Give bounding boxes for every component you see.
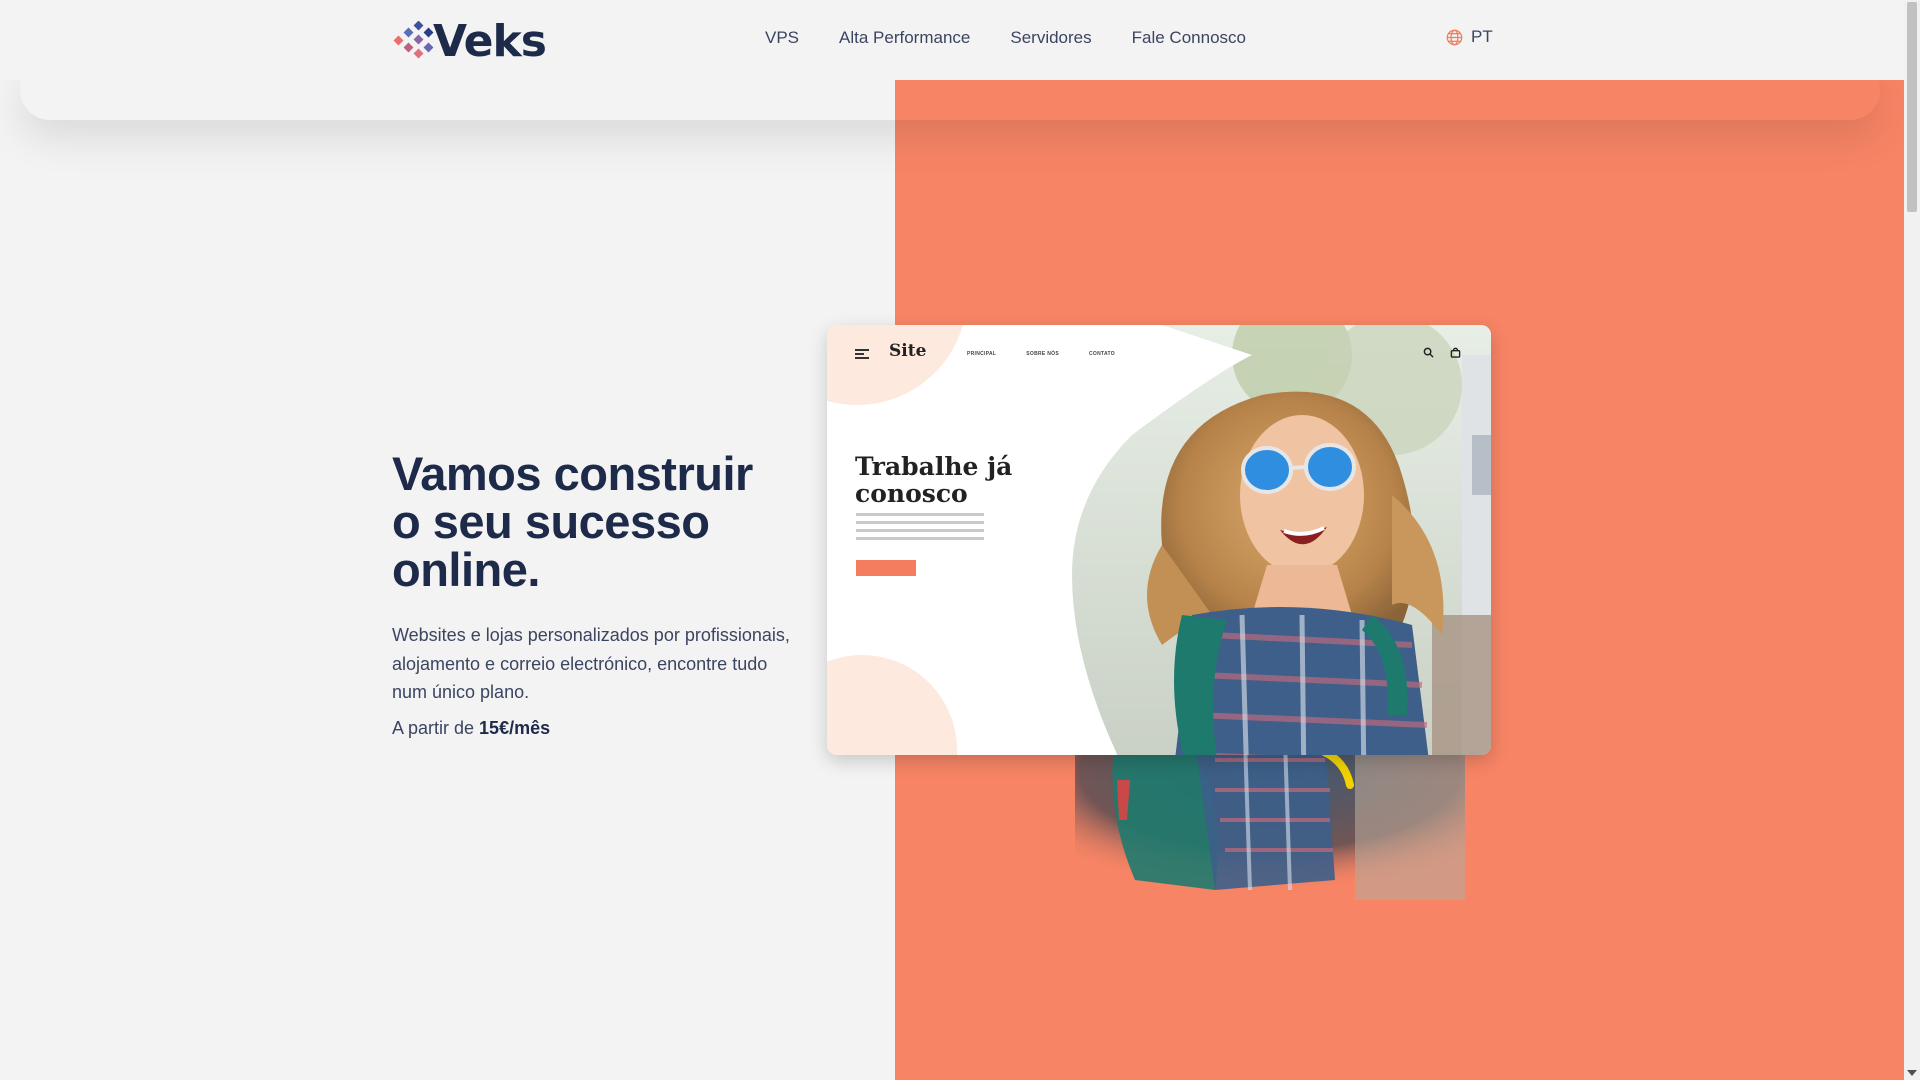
website-mockup: Site PRINCIPAL SOBRE NÓS CONTATO Trabalh… [827,325,1491,755]
hero-description: Websites e lojas personalizados por prof… [392,625,790,702]
scrollbar[interactable] [1904,0,1920,1080]
mockup-nav-item: PRINCIPAL [967,351,997,357]
search-icon [1423,347,1434,358]
nav-item-fale-connosco[interactable]: Fale Connosco [1132,28,1246,48]
mockup-headline: Trabalhe já conosco [855,453,1012,507]
main-nav: VPS Alta Performance Servidores Fale Con… [765,28,1246,48]
nav-item-alta-performance[interactable]: Alta Performance [839,28,970,48]
nav-item-servidores[interactable]: Servidores [1010,28,1091,48]
hero-title: Vamos construir o seu sucesso online. [392,447,753,596]
language-selector[interactable]: PT [1446,27,1493,47]
price-prefix: A partir de [392,717,480,738]
hero-section: Vamos construir o seu sucesso online. We… [392,450,792,739]
logo[interactable]: Veks [393,15,547,67]
mockup-cta-button [856,560,916,576]
scrollbar-thumb[interactable] [1907,2,1917,212]
hero-photo-lower [1075,740,1465,900]
mockup-nav-item: SOBRE NÓS [1026,351,1059,357]
mockup-site-name: Site [889,341,927,361]
hero-price: A partir de 15€/mês [392,718,792,739]
mockup-blob-bottom [827,655,957,755]
scroll-down-icon[interactable] [1907,1070,1917,1076]
mockup-text-lines [856,513,984,545]
price-value: 15€/mês [479,717,551,738]
nav-item-vps[interactable]: VPS [765,28,799,48]
hero-photo [1072,325,1491,755]
mockup-headline-line: Trabalhe já [855,452,1013,481]
menu-icon[interactable] [855,349,869,359]
globe-icon [1446,29,1463,45]
site-header: Veks VPS Alta Performance Servidores Fal… [0,0,1904,80]
mockup-blob-top [827,325,967,405]
mockup-headline-line: conosco [855,479,968,508]
mockup-nav-item: CONTATO [1089,351,1115,357]
logo-text: Veks [433,15,547,67]
language-label: PT [1471,27,1493,46]
bag-icon [1450,347,1461,358]
mockup-icons [1423,347,1461,358]
mockup-nav: PRINCIPAL SOBRE NÓS CONTATO [967,351,1115,357]
